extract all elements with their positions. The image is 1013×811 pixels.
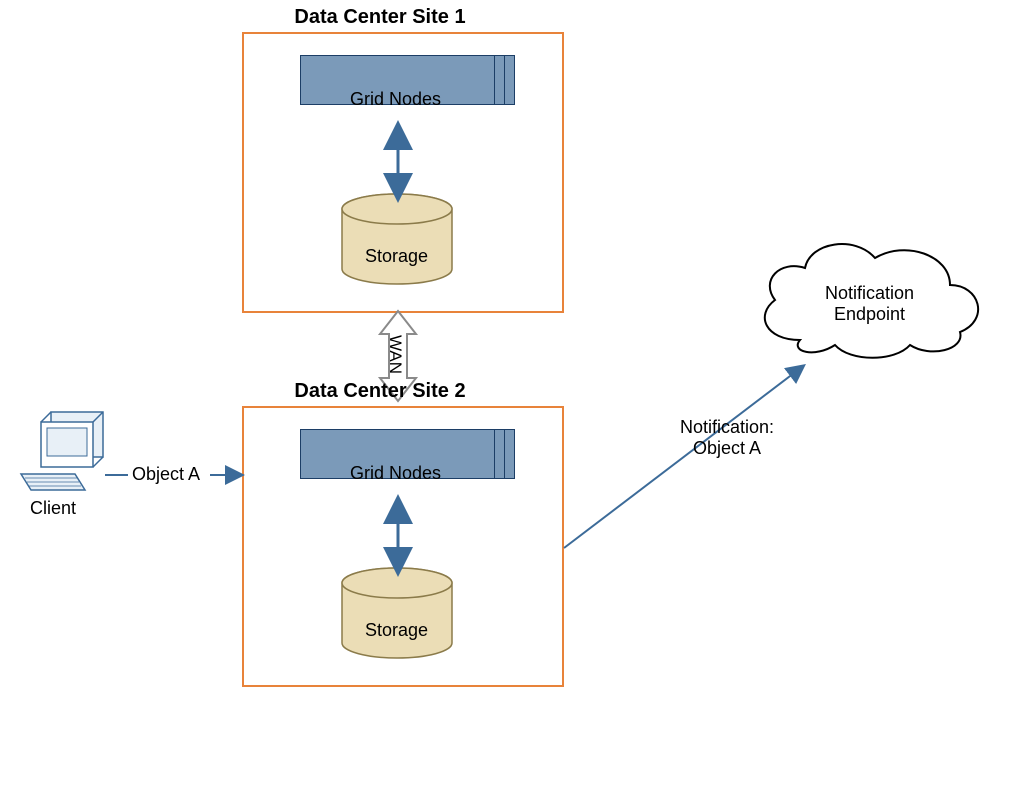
notification-label: Notification: Object A <box>680 417 774 459</box>
site1-title: Data Center Site 1 <box>280 6 480 29</box>
notification-line2: Object A <box>693 438 761 458</box>
site2-title: Data Center Site 2 <box>280 380 480 403</box>
site2-grid-label: Grid Nodes <box>350 463 441 484</box>
notification-endpoint-label: Notification Endpoint <box>825 283 914 325</box>
notification-line1: Notification: <box>680 417 774 437</box>
client-label: Client <box>30 498 76 519</box>
endpoint-line1: Notification <box>825 283 914 303</box>
object-a-label: Object A <box>132 464 200 485</box>
diagram-canvas: Data Center Site 1 Grid Nodes Storage <box>0 0 1013 811</box>
site1-storage-label: Storage <box>365 246 428 267</box>
wan-label: WAN <box>385 335 405 374</box>
site1-grid-label: Grid Nodes <box>350 89 441 110</box>
endpoint-line2: Endpoint <box>834 304 905 324</box>
site2-storage-label: Storage <box>365 620 428 641</box>
